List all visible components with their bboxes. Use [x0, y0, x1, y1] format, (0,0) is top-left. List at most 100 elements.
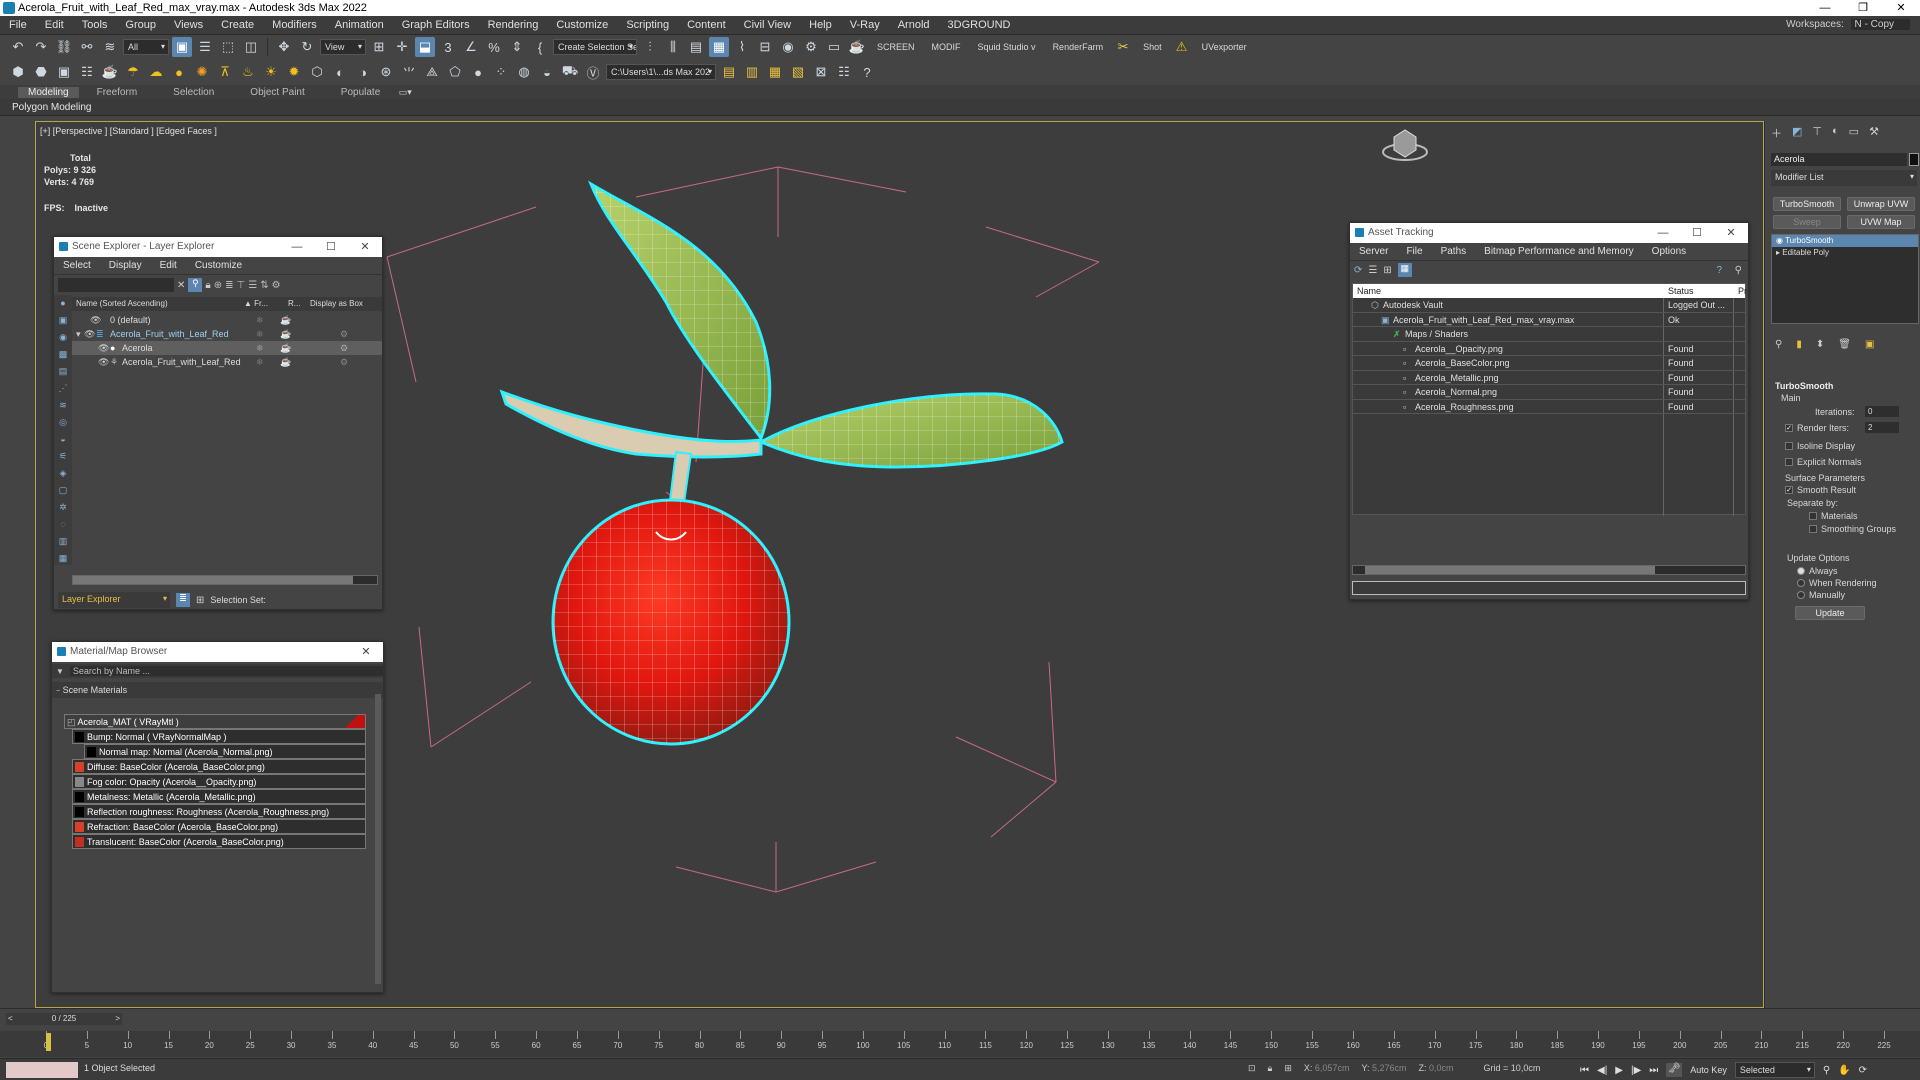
toggle-ribbon-icon[interactable]: ▦ — [709, 37, 729, 57]
material-item[interactable]: Bump: Normal ( VRayNormalMap ) — [72, 729, 366, 744]
sun-icon[interactable]: ☀ — [261, 62, 281, 82]
col-render[interactable]: R... — [288, 297, 300, 311]
tree-row[interactable]: 👁︎ ⚘ Acerola_Fruit_with_Leaf_Red ❄ ☕ ⚙ — [72, 355, 382, 369]
create-tab-icon[interactable]: ＋ — [1771, 125, 1782, 140]
menu-rendering[interactable]: Rendering — [479, 19, 548, 31]
x-value[interactable]: 6,057cm — [1315, 1063, 1350, 1073]
prev-key-icon[interactable]: ◀| — [1597, 1065, 1607, 1076]
grass-icon[interactable]: ⺌ — [399, 62, 419, 82]
remove-modifier-icon[interactable]: 🗑︎ — [1838, 339, 1851, 353]
asset-tracking-titlebar[interactable]: Asset Tracking — ☐ ✕ — [1350, 223, 1748, 243]
unwrap-uvw-button[interactable]: Unwrap UVW — [1847, 197, 1915, 211]
material-browser-titlebar[interactable]: Material/Map Browser ✕ — [52, 642, 383, 662]
menu-paths[interactable]: Paths — [1432, 246, 1476, 257]
viewport-label[interactable]: [+] [Perspective ] [Standard ] [Edged Fa… — [40, 126, 217, 136]
iterations-input[interactable]: 0 — [1865, 406, 1899, 417]
squid-studio-button[interactable]: Squid Studio v — [971, 42, 1043, 52]
project-path-dropdown[interactable]: C:\Users\1\...ds Max 202 — [606, 64, 716, 80]
vray-fur-icon[interactable]: ⊛ — [376, 62, 396, 82]
shot-button[interactable]: Shot — [1136, 42, 1169, 52]
screen-button[interactable]: SCREEN — [870, 42, 922, 52]
menu-customize[interactable]: Customize — [186, 260, 251, 271]
maximize-button[interactable]: ☐ — [314, 237, 348, 257]
rect-selection-icon[interactable]: ⬚ — [218, 37, 238, 57]
minimize-button[interactable]: — — [1806, 0, 1844, 16]
eye-icon[interactable]: 👁︎ — [98, 341, 109, 355]
pin-stack-icon[interactable]: ⚲ — [1775, 339, 1782, 353]
material-item[interactable]: Diffuse: BaseColor (Acerola_BaseColor.pn… — [72, 759, 366, 774]
spinner-snap-icon[interactable]: ⇕ — [507, 37, 527, 57]
explicit-normals-checkbox[interactable] — [1785, 458, 1793, 466]
display-tab-icon[interactable]: ▭ — [1849, 125, 1859, 138]
maximize-button[interactable]: ☐ — [1680, 223, 1714, 243]
eye-icon[interactable]: 👁︎ — [90, 313, 101, 327]
absolute-mode-icon[interactable]: ⊞ — [1284, 1063, 1292, 1074]
vray-sphere-icon[interactable]: ◐ — [330, 62, 350, 82]
time-marker[interactable] — [46, 1033, 51, 1051]
undo-icon[interactable]: ↶ — [8, 37, 28, 57]
selection-filter-dropdown[interactable]: All — [123, 39, 169, 55]
close-button[interactable]: ✕ — [1714, 223, 1748, 243]
auto-key-label[interactable]: Auto Key — [1690, 1065, 1727, 1075]
prev-frame-icon[interactable]: < — [8, 1013, 13, 1025]
z-value[interactable]: 0,0cm — [1429, 1063, 1454, 1073]
tab-freeform[interactable]: Freeform — [79, 87, 156, 98]
menu-help[interactable]: Help — [800, 19, 841, 31]
move-icon[interactable]: ✛ — [392, 37, 412, 57]
always-radio[interactable] — [1797, 567, 1805, 575]
viewcube-icon[interactable] — [1382, 129, 1428, 161]
container-icon[interactable]: ⬢ — [8, 62, 28, 82]
time-slider[interactable]: < 0 / 225 > — [6, 1013, 122, 1025]
material-item[interactable]: Refraction: BaseColor (Acerola_BaseColor… — [72, 819, 366, 834]
select-manipulate-icon[interactable]: ⬓ — [415, 37, 435, 57]
create-teapot-icon[interactable]: ☕ — [100, 62, 120, 82]
col-name[interactable]: Name (Sorted Ascending) — [76, 297, 168, 311]
ribbon-subpanel[interactable]: Polygon Modeling — [0, 99, 1920, 116]
when-rendering-radio[interactable] — [1797, 579, 1805, 587]
tab-populate[interactable]: Populate — [323, 87, 398, 98]
search-options-icon[interactable]: ▼ — [56, 667, 64, 676]
col-status[interactable]: Status — [1668, 284, 1694, 298]
asset-row[interactable]: ▫ Acerola_BaseColor.png Found — [1353, 356, 1745, 371]
asset-row[interactable]: ▫ Acerola_Metallic.png Found — [1353, 371, 1745, 385]
vertical-scrollbar[interactable] — [375, 694, 381, 984]
material-item[interactable]: Metalness: Metallic (Acerola_Metallic.pn… — [72, 789, 366, 804]
set-key-icon[interactable]: 🗝︎ — [1666, 1063, 1683, 1077]
isolate-icon[interactable]: ⊡ — [1248, 1063, 1256, 1074]
warning-icon[interactable]: ⚠ — [1172, 37, 1192, 57]
next-frame-icon[interactable]: > — [115, 1013, 120, 1025]
scissors-icon[interactable]: ✂ — [1113, 37, 1133, 57]
unlink-icon[interactable]: ⚯ — [77, 37, 97, 57]
update-button[interactable]: Update — [1795, 606, 1865, 620]
vray-vfb-icon[interactable]: ◍ — [514, 62, 534, 82]
light-icon[interactable]: ☂ — [123, 62, 143, 82]
y-value[interactable]: 5,276cm — [1372, 1063, 1407, 1073]
cloud-icon[interactable]: ☁ — [146, 62, 166, 82]
stack-icon[interactable]: ☰ — [248, 280, 257, 291]
menu-customize[interactable]: Customize — [547, 19, 617, 31]
object-icon[interactable]: ▣ — [54, 62, 74, 82]
col-display-as-box[interactable]: Display as Box — [310, 297, 363, 311]
menu-modifiers[interactable]: Modifiers — [263, 19, 326, 31]
minimize-button[interactable]: — — [280, 237, 314, 257]
menu-content[interactable]: Content — [678, 19, 735, 31]
expand-icon[interactable]: ▸ — [1776, 248, 1780, 257]
select-rotate-icon[interactable]: ↻ — [297, 37, 317, 57]
list-icon[interactable]: ☷ — [834, 62, 854, 82]
edit-named-sets-icon[interactable]: { — [530, 37, 550, 57]
track-bar[interactable]: 0510152025303540455055606570758085909510… — [0, 1031, 1920, 1057]
asset-row[interactable]: ✗ Maps / Shaders — [1353, 327, 1745, 342]
smoothing-groups-checkbox[interactable] — [1809, 525, 1817, 533]
schematic-view-icon[interactable]: ⊟ — [755, 37, 775, 57]
menu-tools[interactable]: Tools — [73, 19, 117, 31]
render-setup-icon[interactable]: ⚙ — [801, 37, 821, 57]
col-name[interactable]: Name — [1357, 284, 1381, 298]
uvexporter-button[interactable]: UVexporter — [1195, 42, 1254, 52]
mirror-icon[interactable]: ⫶ — [640, 37, 660, 57]
modif-button[interactable]: MODIF — [925, 42, 968, 52]
tree-row[interactable]: 👁︎ ● Acerola ❄ ☕ ⚙ — [72, 341, 382, 355]
window-crossing-icon[interactable]: ◫ — [241, 37, 261, 57]
layer-explorer-icon[interactable]: ▤ — [686, 37, 706, 57]
link-icon[interactable]: ⛓ — [54, 37, 74, 57]
horizontal-scrollbar[interactable] — [72, 575, 378, 585]
